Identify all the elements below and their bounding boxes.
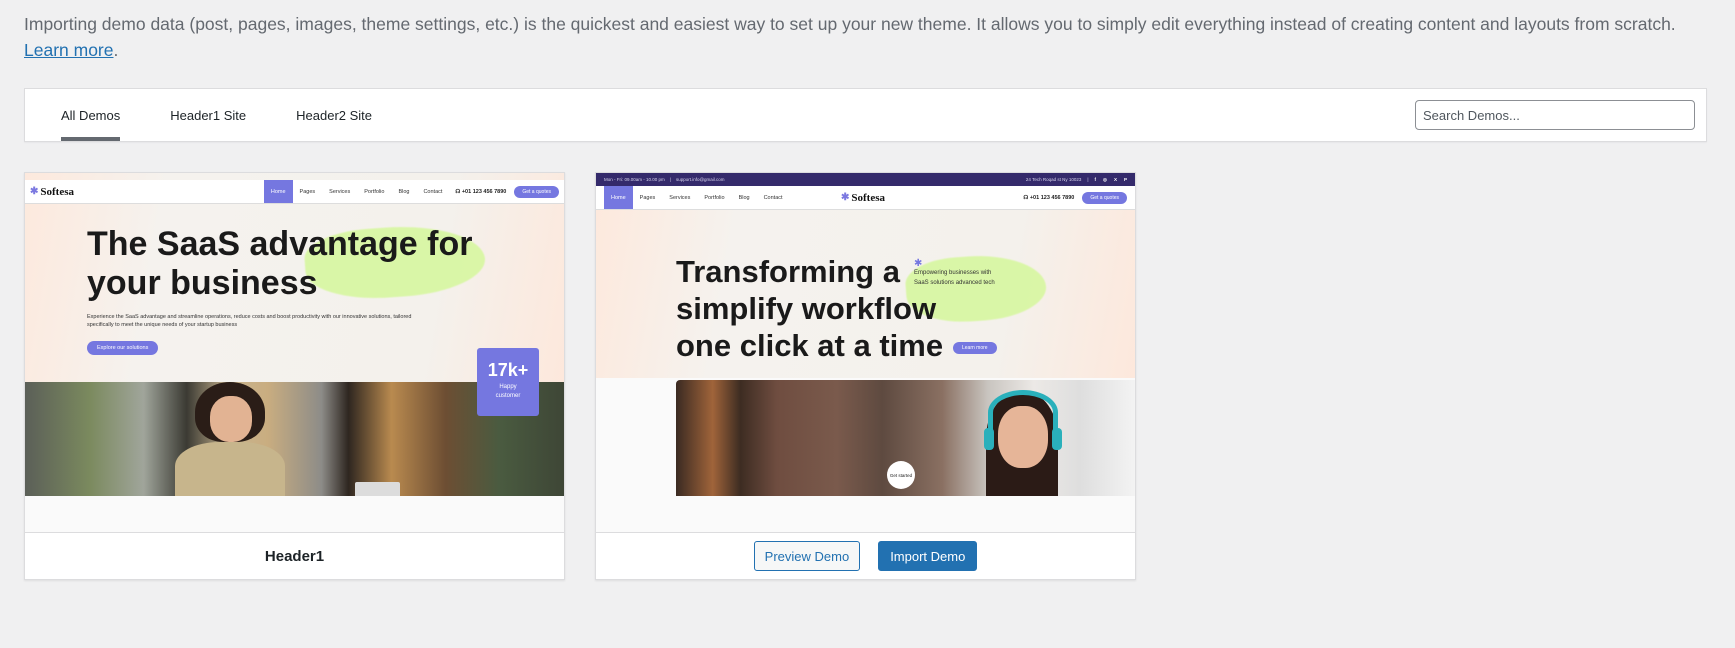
facebook-icon: f xyxy=(1094,176,1097,182)
demo-title: Header1 xyxy=(264,547,325,565)
mini-site-nav: Home Pages Services Portfolio Blog Conta… xyxy=(596,186,1135,210)
tab-header1-site[interactable]: Header1 Site xyxy=(170,89,246,141)
mini-topbar: Mon - Fri: 09.00am - 10.00 pm | support.in… xyxy=(596,173,1135,186)
x-icon: X xyxy=(1113,176,1117,182)
get-quote-button: Get a quotes xyxy=(514,185,559,198)
star-icon: ✱ xyxy=(841,192,850,203)
explore-button: Explore our solutions xyxy=(87,341,159,355)
get-quote-button: Get a quotes xyxy=(1082,191,1127,204)
hero-tagline: ✱ Empowering businesses with SaaS soluti… xyxy=(914,258,995,287)
phone-number: ☊ +01 123 456 7890 xyxy=(1023,194,1075,201)
hero-headline: The SaaS advantage for your business xyxy=(87,225,473,303)
card-footer: Preview Demo Import Demo xyxy=(596,533,1135,579)
demo-card-header1[interactable]: ✱ Softesa Home Pages Services Portfolio B… xyxy=(24,172,565,580)
site-logo: ✱ Softesa xyxy=(30,185,74,198)
demo-filter-bar: All Demos Header1 Site Header2 Site xyxy=(24,88,1707,142)
pinterest-icon: P xyxy=(1123,176,1127,182)
intro-text: Importing demo data (post, pages, images… xyxy=(24,14,1676,60)
search-demos-input[interactable] xyxy=(1415,100,1695,130)
learn-more-link[interactable]: Learn more xyxy=(24,40,114,60)
phone-number: ☊ +01 123 456 7890 xyxy=(455,188,507,195)
site-logo: ✱ Softesa xyxy=(841,191,885,204)
mini-nav-items: Home Pages Services Portfolio Blog Conta… xyxy=(263,180,450,203)
stat-badge: 17k+ Happy customer xyxy=(477,348,539,416)
preview-demo-button[interactable]: Preview Demo xyxy=(753,541,861,571)
import-demo-button[interactable]: Import Demo xyxy=(878,541,978,571)
learn-more-mini-button: Learn more xyxy=(953,342,997,354)
demo-tabs: All Demos Header1 Site Header2 Site xyxy=(61,89,372,141)
tab-all-demos[interactable]: All Demos xyxy=(61,89,121,141)
star-icon: ✱ xyxy=(914,258,923,269)
hero-photo-woman-headphones: Get started xyxy=(676,380,1135,496)
mini-nav-items: Home Pages Services Portfolio Blog Conta… xyxy=(604,186,790,209)
card-footer: Header1 xyxy=(25,533,564,579)
tab-header2-site[interactable]: Header2 Site xyxy=(296,89,372,141)
demo-screenshot[interactable]: Mon - Fri: 09.00am - 10.00 pm | support.in… xyxy=(596,173,1135,533)
social-icons: f ◎ X P xyxy=(1095,177,1127,183)
star-icon: ✱ xyxy=(30,186,39,197)
instagram-icon: ◎ xyxy=(1103,176,1107,182)
demo-card-header2[interactable]: Mon - Fri: 09.00am - 10.00 pm | support.in… xyxy=(595,172,1136,580)
hero-headline: Transforming a simplify workflow one cli… xyxy=(676,254,944,363)
get-started-badge: Get started xyxy=(887,461,915,489)
demo-screenshot[interactable]: ✱ Softesa Home Pages Services Portfolio B… xyxy=(25,173,564,533)
mini-site-nav: ✱ Softesa Home Pages Services Portfolio B… xyxy=(25,180,564,204)
hero-subtext: Experience the SaaS advantage and stream… xyxy=(87,314,412,328)
